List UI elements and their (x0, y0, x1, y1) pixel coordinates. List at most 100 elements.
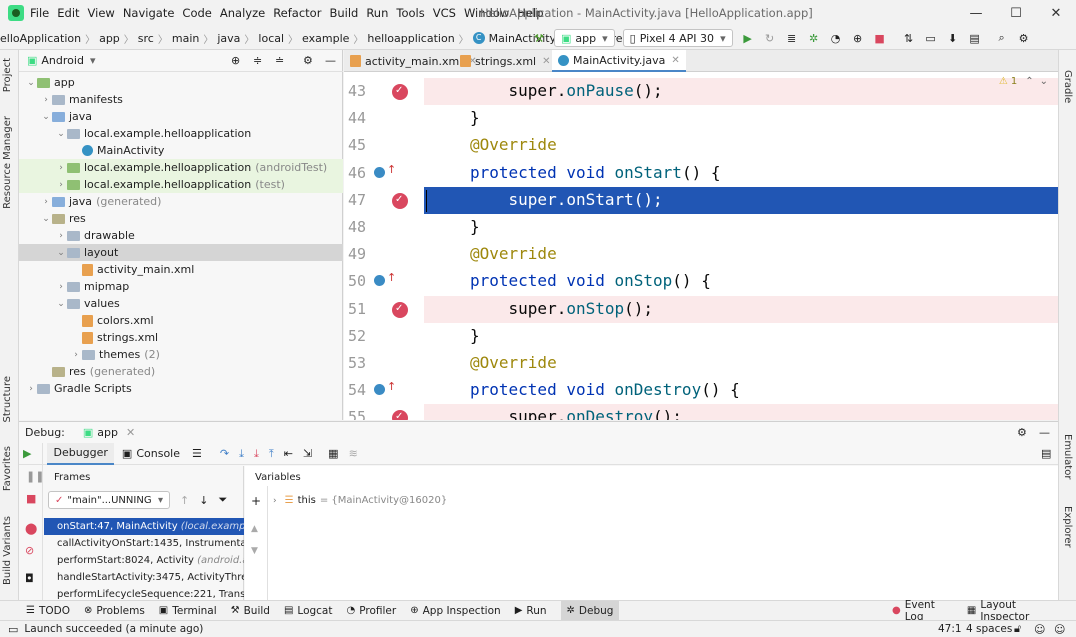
breadcrumb-item[interactable]: example (302, 32, 349, 45)
breadcrumb-item[interactable]: app (99, 32, 120, 45)
menu-file[interactable]: File (30, 6, 49, 20)
chevron-up-icon[interactable]: ⌃ (1025, 76, 1033, 87)
arrow-down-icon[interactable]: ↓ (199, 494, 208, 507)
inspection-widget[interactable]: ⚠ 1 ⌃ ⌄ (999, 76, 1048, 87)
code-line[interactable]: 48} (344, 214, 1058, 241)
breakpoint-icon[interactable] (392, 192, 408, 209)
menu-code[interactable]: Code (182, 6, 211, 20)
pause-icon[interactable]: ❚❚ (26, 470, 44, 483)
run-config-select[interactable]: ▣ app ▾ (554, 29, 615, 47)
breakpoint-icon[interactable] (392, 84, 408, 100)
editor-tab[interactable]: MainActivity.java ✕ (552, 50, 686, 72)
code-line[interactable]: 51 super.onStop(); (344, 295, 1058, 323)
evaluate-icon[interactable]: ▦ (328, 447, 338, 460)
menu-navigate[interactable]: Navigate (123, 6, 175, 20)
chevron-down-icon[interactable]: ⌄ (55, 299, 67, 309)
chevron-down-icon[interactable]: ▾ (90, 54, 96, 67)
gear-icon[interactable]: ⚙ (303, 54, 313, 67)
mute-breakpoints-icon[interactable]: ⊘ (25, 544, 34, 557)
code-line[interactable]: 54 protected void onDestroy() { (344, 377, 1058, 404)
smiley-icon[interactable]: ☺ (1034, 623, 1045, 636)
tool-build[interactable]: ⚒ Build (231, 605, 270, 617)
debug-icon[interactable]: ✲ (804, 28, 824, 48)
hammer-icon[interactable]: ⚒ (529, 28, 549, 48)
breadcrumb-item[interactable]: elloApplication (0, 32, 81, 45)
stop-icon[interactable]: ■ (26, 492, 36, 505)
locate-icon[interactable]: ⊕ (231, 54, 240, 67)
tool-window-emulator[interactable]: Emulator (1062, 434, 1073, 479)
tool-window-favorites[interactable]: Favorites (2, 446, 13, 491)
filter-icon[interactable]: ⏷ (218, 493, 227, 507)
tool-profiler[interactable]: ◔ Profiler (347, 605, 397, 617)
tool-app-inspection[interactable]: ⊕ App Inspection (410, 605, 500, 617)
chevron-right-icon[interactable]: › (55, 282, 67, 292)
chevron-right-icon[interactable]: › (273, 496, 277, 506)
rerun-icon[interactable]: ↻ (760, 28, 780, 48)
override-marker-icon[interactable] (374, 271, 396, 287)
cursor-position[interactable]: 47:1 (938, 623, 962, 635)
tree-item[interactable]: ⌄ values (19, 295, 343, 312)
apply-changes-icon[interactable]: ≣ (782, 28, 802, 48)
override-marker-icon[interactable] (374, 163, 396, 178)
breadcrumb-item[interactable]: helloapplication (367, 32, 454, 45)
chevron-right-icon[interactable]: › (55, 231, 67, 241)
breakpoint-icon[interactable] (392, 301, 408, 318)
chevron-right-icon[interactable]: › (70, 350, 82, 360)
chevron-down-icon[interactable]: ⌄ (1040, 76, 1048, 87)
close-icon[interactable]: ✕ (126, 426, 135, 439)
add-watch-icon[interactable]: + (251, 494, 261, 508)
tool-window-project[interactable]: Project (2, 58, 13, 92)
menu-edit[interactable]: Edit (57, 6, 79, 20)
layout-menu-icon[interactable]: ☰ (192, 447, 202, 460)
tool-window-resource-manager[interactable]: Resource Manager (2, 116, 13, 209)
close-icon[interactable]: ✕ (1036, 0, 1076, 26)
code-line[interactable]: 44} (344, 105, 1058, 132)
close-icon[interactable]: ✕ (671, 55, 679, 66)
stack-frame[interactable]: performStart:8024, Activity (android.app… (44, 552, 244, 569)
tool-window-build-variants[interactable]: Build Variants (2, 516, 13, 585)
code-line[interactable]: 49 @Override (344, 241, 1058, 268)
indent-setting[interactable]: 4 spaces (966, 623, 1012, 635)
hide-panel-icon[interactable]: — (1039, 426, 1050, 439)
tree-item[interactable]: MainActivity (19, 142, 343, 159)
code-line[interactable]: 55 super.onDestroy(); (344, 404, 1058, 420)
menu-vcs[interactable]: VCS (433, 6, 456, 20)
code-line[interactable]: 47 super.onStart(); (344, 186, 1058, 214)
step-over-icon[interactable]: ↷ (220, 447, 229, 460)
arrow-up-icon[interactable]: ↑ (180, 494, 189, 507)
attach-debugger-icon[interactable]: ⊕ (848, 28, 868, 48)
expand-all-icon[interactable]: ≑ (253, 54, 262, 67)
tool-window-structure[interactable]: Structure (2, 376, 13, 423)
step-into-icon[interactable]: ⤓ (239, 447, 244, 461)
trace-icon[interactable]: ≋ (349, 447, 358, 460)
camera-icon[interactable]: ◘ (25, 572, 34, 585)
sync-icon[interactable]: ⇅ (899, 28, 919, 48)
stack-frame[interactable]: handleStartActivity:3475, ActivityThread… (44, 569, 244, 586)
view-breakpoints-icon[interactable]: ⬤ (25, 522, 37, 535)
breadcrumb-item[interactable]: src (138, 32, 154, 45)
force-step-into-icon[interactable]: ⤓ (254, 447, 259, 461)
breadcrumb-item[interactable]: local (258, 32, 284, 45)
menu-run[interactable]: Run (366, 6, 388, 20)
code-line[interactable]: 50 protected void onStop() { (344, 268, 1058, 295)
tree-item[interactable]: ⌄ java (19, 108, 343, 125)
code-line[interactable]: 53 @Override (344, 350, 1058, 377)
chevron-down-icon[interactable]: ⌄ (55, 129, 67, 139)
code-line[interactable]: 43 super.onPause(); (344, 78, 1058, 105)
thread-select[interactable]: ✓ "main"...UNNING ▾ (48, 491, 170, 509)
breadcrumb-item[interactable]: main (172, 32, 199, 45)
tree-item[interactable]: ⌄ layout (19, 244, 343, 261)
tab-debugger[interactable]: Debugger (47, 442, 114, 465)
drop-frame-icon[interactable]: ⇤ (284, 447, 293, 460)
run-to-cursor-icon[interactable]: ⇲ (303, 447, 312, 460)
profile-icon[interactable]: ◔ (826, 28, 846, 48)
tool-run[interactable]: ▶ Run (515, 605, 547, 617)
lock-icon[interactable]: 🔓︎ (1014, 622, 1021, 636)
tree-item[interactable]: › local.example.helloapplication (androidT… (19, 159, 343, 176)
tree-item[interactable]: ⌄ res (19, 210, 343, 227)
code-area[interactable]: 43 super.onPause();44}45@Override46prote… (344, 72, 1058, 420)
breakpoint-icon[interactable] (392, 410, 408, 420)
tool-todo[interactable]: ☰ TODO (26, 605, 70, 617)
chevron-right-icon[interactable]: › (25, 384, 37, 394)
tool-terminal[interactable]: ▣ Terminal (159, 605, 217, 617)
